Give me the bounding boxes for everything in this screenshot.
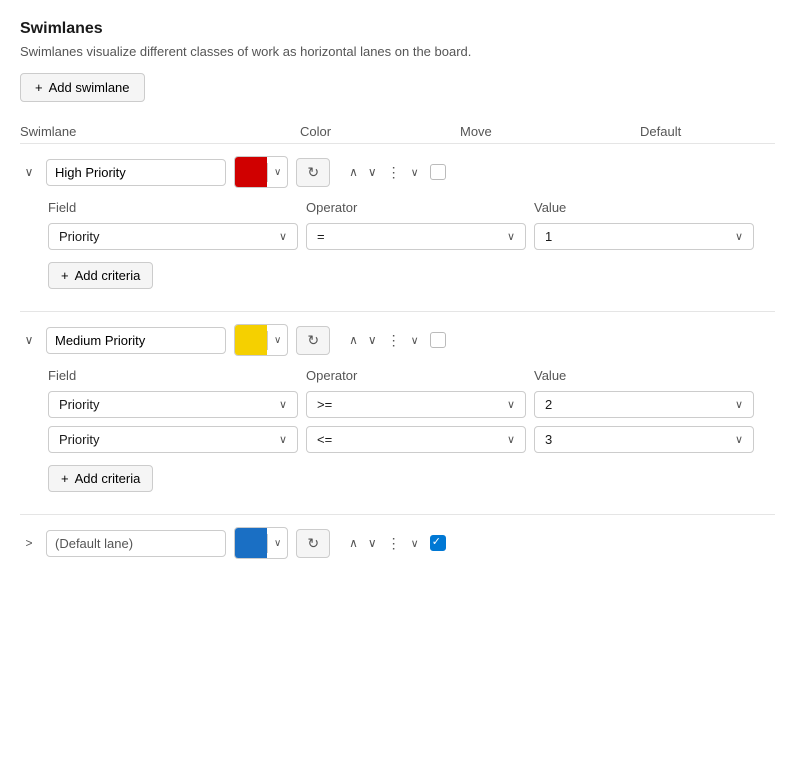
move-down-button-medium-priority[interactable]: ∨ bbox=[365, 331, 380, 349]
color-picker-default-lane[interactable]: ∨ bbox=[234, 527, 288, 559]
page-title: Swimlanes bbox=[20, 20, 775, 38]
move-controls-default-lane: ∧ ∨ ⋮ ∨ bbox=[346, 533, 422, 554]
add-swimlane-button[interactable]: + Add swimlane bbox=[20, 73, 145, 102]
chevron-down-icon: ∨ bbox=[735, 398, 743, 411]
swimlane-name-input-medium-priority[interactable] bbox=[46, 327, 226, 354]
chevron-down-icon: ∨ bbox=[279, 398, 287, 411]
more-options-button-default-lane[interactable]: ⋮ bbox=[384, 533, 404, 554]
color-swatch-medium-priority bbox=[235, 325, 267, 355]
add-criteria-button-medium-priority[interactable]: + Add criteria bbox=[48, 465, 153, 492]
chevron-down-icon: ∨ bbox=[507, 230, 515, 243]
refresh-button-high-priority[interactable]: ↻ bbox=[296, 158, 330, 187]
chevron-down-icon: ∨ bbox=[507, 398, 515, 411]
field-select-medium-priority-2[interactable]: Priority ∨ bbox=[48, 426, 298, 453]
swimlane-name-input-default-lane[interactable] bbox=[46, 530, 226, 557]
plus-icon: + bbox=[61, 268, 69, 283]
color-swatch-high-priority bbox=[235, 157, 267, 187]
chevron-down-icon: ∨ bbox=[279, 433, 287, 446]
default-checkbox-medium-priority[interactable] bbox=[430, 332, 446, 348]
col-move: Move bbox=[460, 124, 640, 139]
move-down-button-default-lane[interactable]: ∨ bbox=[365, 534, 380, 552]
collapse-button-medium-priority[interactable]: ∨ bbox=[20, 331, 38, 349]
swimlane-default-lane: > ∨ ↻ ∧ ∨ ⋮ ∨ bbox=[20, 515, 775, 583]
operator-label: Operator bbox=[306, 368, 526, 383]
swimlane-header-row-medium: ∨ ∨ ↻ ∧ ∨ ⋮ ∨ bbox=[20, 324, 775, 356]
swimlane-header-row: ∨ ∨ ↻ ∧ ∨ ⋮ ∨ bbox=[20, 156, 775, 188]
criteria-row-high-priority-1: Priority ∨ = ∨ 1 ∨ bbox=[48, 223, 775, 250]
operator-select-medium-priority-1[interactable]: >= ∨ bbox=[306, 391, 526, 418]
criteria-section-medium-priority: Field Operator Value Priority ∨ >= ∨ 2 ∨… bbox=[48, 368, 775, 492]
chevron-down-icon: ∨ bbox=[735, 230, 743, 243]
field-select-medium-priority-1[interactable]: Priority ∨ bbox=[48, 391, 298, 418]
default-checkbox-high-priority[interactable] bbox=[430, 164, 446, 180]
operator-label: Operator bbox=[306, 200, 526, 215]
criteria-row-medium-priority-2: Priority ∨ <= ∨ 3 ∨ bbox=[48, 426, 775, 453]
criteria-header-medium-priority: Field Operator Value bbox=[48, 368, 775, 383]
color-picker-medium-priority[interactable]: ∨ bbox=[234, 324, 288, 356]
col-swimlane: Swimlane bbox=[20, 124, 300, 139]
color-dropdown-chevron[interactable]: ∨ bbox=[267, 163, 287, 182]
operator-select-high-priority-1[interactable]: = ∨ bbox=[306, 223, 526, 250]
chevron-down-icon: ∨ bbox=[507, 433, 515, 446]
expand-button-default-lane[interactable]: > bbox=[20, 534, 38, 552]
move-controls-medium-priority: ∧ ∨ ⋮ ∨ bbox=[346, 330, 422, 351]
default-checked-indicator bbox=[430, 535, 446, 551]
value-select-medium-priority-2[interactable]: 3 ∨ bbox=[534, 426, 754, 453]
swimlane-name-input-high-priority[interactable] bbox=[46, 159, 226, 186]
chevron-down-icon: ∨ bbox=[735, 433, 743, 446]
table-header: Swimlane Color Move Default bbox=[20, 120, 775, 144]
chevron-down-icon: ∨ bbox=[279, 230, 287, 243]
value-label: Value bbox=[534, 368, 754, 383]
col-color: Color bbox=[300, 124, 460, 139]
color-dropdown-chevron-default[interactable]: ∨ bbox=[267, 534, 287, 553]
value-label: Value bbox=[534, 200, 754, 215]
criteria-section-high-priority: Field Operator Value Priority ∨ = ∨ 1 ∨ … bbox=[48, 200, 775, 289]
criteria-row-medium-priority-1: Priority ∨ >= ∨ 2 ∨ bbox=[48, 391, 775, 418]
add-criteria-button-high-priority[interactable]: + Add criteria bbox=[48, 262, 153, 289]
color-picker-high-priority[interactable]: ∨ bbox=[234, 156, 288, 188]
operator-select-medium-priority-2[interactable]: <= ∨ bbox=[306, 426, 526, 453]
color-dropdown-chevron-medium[interactable]: ∨ bbox=[267, 331, 287, 350]
criteria-header-high-priority: Field Operator Value bbox=[48, 200, 775, 215]
field-label: Field bbox=[48, 368, 298, 383]
plus-icon: + bbox=[35, 80, 43, 95]
move-down-button-high-priority[interactable]: ∨ bbox=[365, 163, 380, 181]
move-up-button-medium-priority[interactable]: ∧ bbox=[346, 331, 361, 349]
expand-move-button-default-lane[interactable]: ∨ bbox=[408, 535, 422, 552]
expand-move-button-high-priority[interactable]: ∨ bbox=[408, 164, 422, 181]
value-select-medium-priority-1[interactable]: 2 ∨ bbox=[534, 391, 754, 418]
more-options-button-high-priority[interactable]: ⋮ bbox=[384, 162, 404, 183]
field-label: Field bbox=[48, 200, 298, 215]
color-swatch-default-lane bbox=[235, 528, 267, 558]
refresh-button-default-lane[interactable]: ↻ bbox=[296, 529, 330, 558]
page-subtitle: Swimlanes visualize different classes of… bbox=[20, 44, 775, 59]
swimlane-medium-priority: ∨ ∨ ↻ ∧ ∨ ⋮ ∨ Field Operator Value Prior… bbox=[20, 312, 775, 515]
plus-icon: + bbox=[61, 471, 69, 486]
swimlane-high-priority: ∨ ∨ ↻ ∧ ∨ ⋮ ∨ Field Operator Value Prior… bbox=[20, 144, 775, 312]
more-options-button-medium-priority[interactable]: ⋮ bbox=[384, 330, 404, 351]
col-default: Default bbox=[640, 124, 720, 139]
refresh-button-medium-priority[interactable]: ↻ bbox=[296, 326, 330, 355]
move-up-button-high-priority[interactable]: ∧ bbox=[346, 163, 361, 181]
collapse-button-high-priority[interactable]: ∨ bbox=[20, 163, 38, 181]
field-select-high-priority-1[interactable]: Priority ∨ bbox=[48, 223, 298, 250]
move-up-button-default-lane[interactable]: ∧ bbox=[346, 534, 361, 552]
value-select-high-priority-1[interactable]: 1 ∨ bbox=[534, 223, 754, 250]
swimlane-header-row-default: > ∨ ↻ ∧ ∨ ⋮ ∨ bbox=[20, 527, 775, 559]
expand-move-button-medium-priority[interactable]: ∨ bbox=[408, 332, 422, 349]
move-controls-high-priority: ∧ ∨ ⋮ ∨ bbox=[346, 162, 422, 183]
